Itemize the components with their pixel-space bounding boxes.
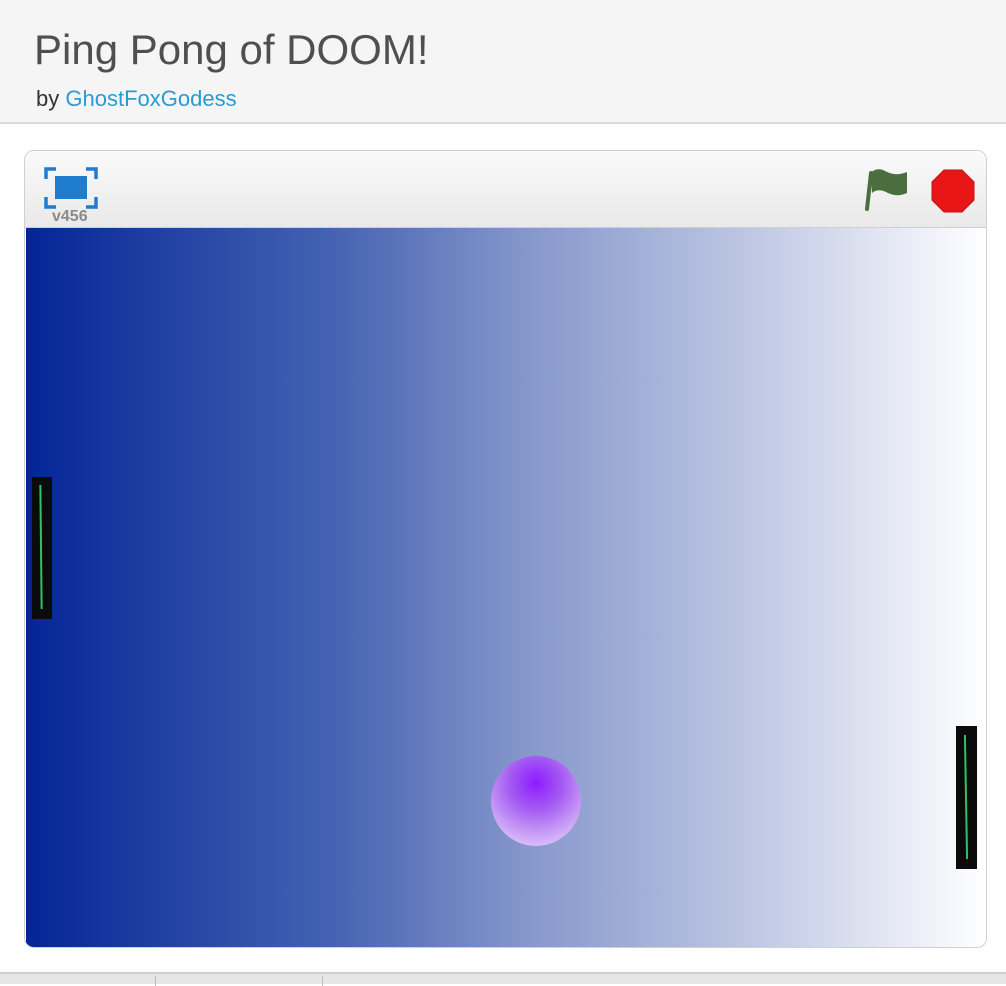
toolbar-divider bbox=[322, 976, 323, 986]
green-flag-icon bbox=[865, 169, 907, 211]
project-title: Ping Pong of DOOM! bbox=[34, 26, 429, 73]
fullscreen-icon bbox=[44, 167, 98, 209]
right-paddle-stripe bbox=[963, 734, 969, 860]
game-stage[interactable] bbox=[26, 228, 986, 947]
left-paddle bbox=[32, 477, 52, 619]
project-byline: by GhostFoxGodess bbox=[36, 86, 237, 112]
stop-button[interactable] bbox=[931, 169, 975, 213]
project-player: v456 bbox=[24, 150, 987, 948]
player-version: v456 bbox=[52, 208, 88, 225]
game-ball bbox=[491, 756, 581, 846]
by-label: by bbox=[36, 86, 60, 111]
fullscreen-button[interactable] bbox=[44, 167, 98, 209]
left-paddle-stripe bbox=[39, 484, 43, 610]
stop-icon bbox=[931, 169, 975, 213]
green-flag-button[interactable] bbox=[865, 165, 911, 213]
player-controls-bar: v456 bbox=[25, 151, 986, 228]
author-link[interactable]: GhostFoxGodess bbox=[65, 86, 236, 111]
toolbar-divider bbox=[155, 976, 156, 986]
project-header: Ping Pong of DOOM! by GhostFoxGodess bbox=[0, 0, 1006, 124]
right-paddle bbox=[956, 726, 977, 869]
bottom-toolbar bbox=[0, 972, 1006, 986]
